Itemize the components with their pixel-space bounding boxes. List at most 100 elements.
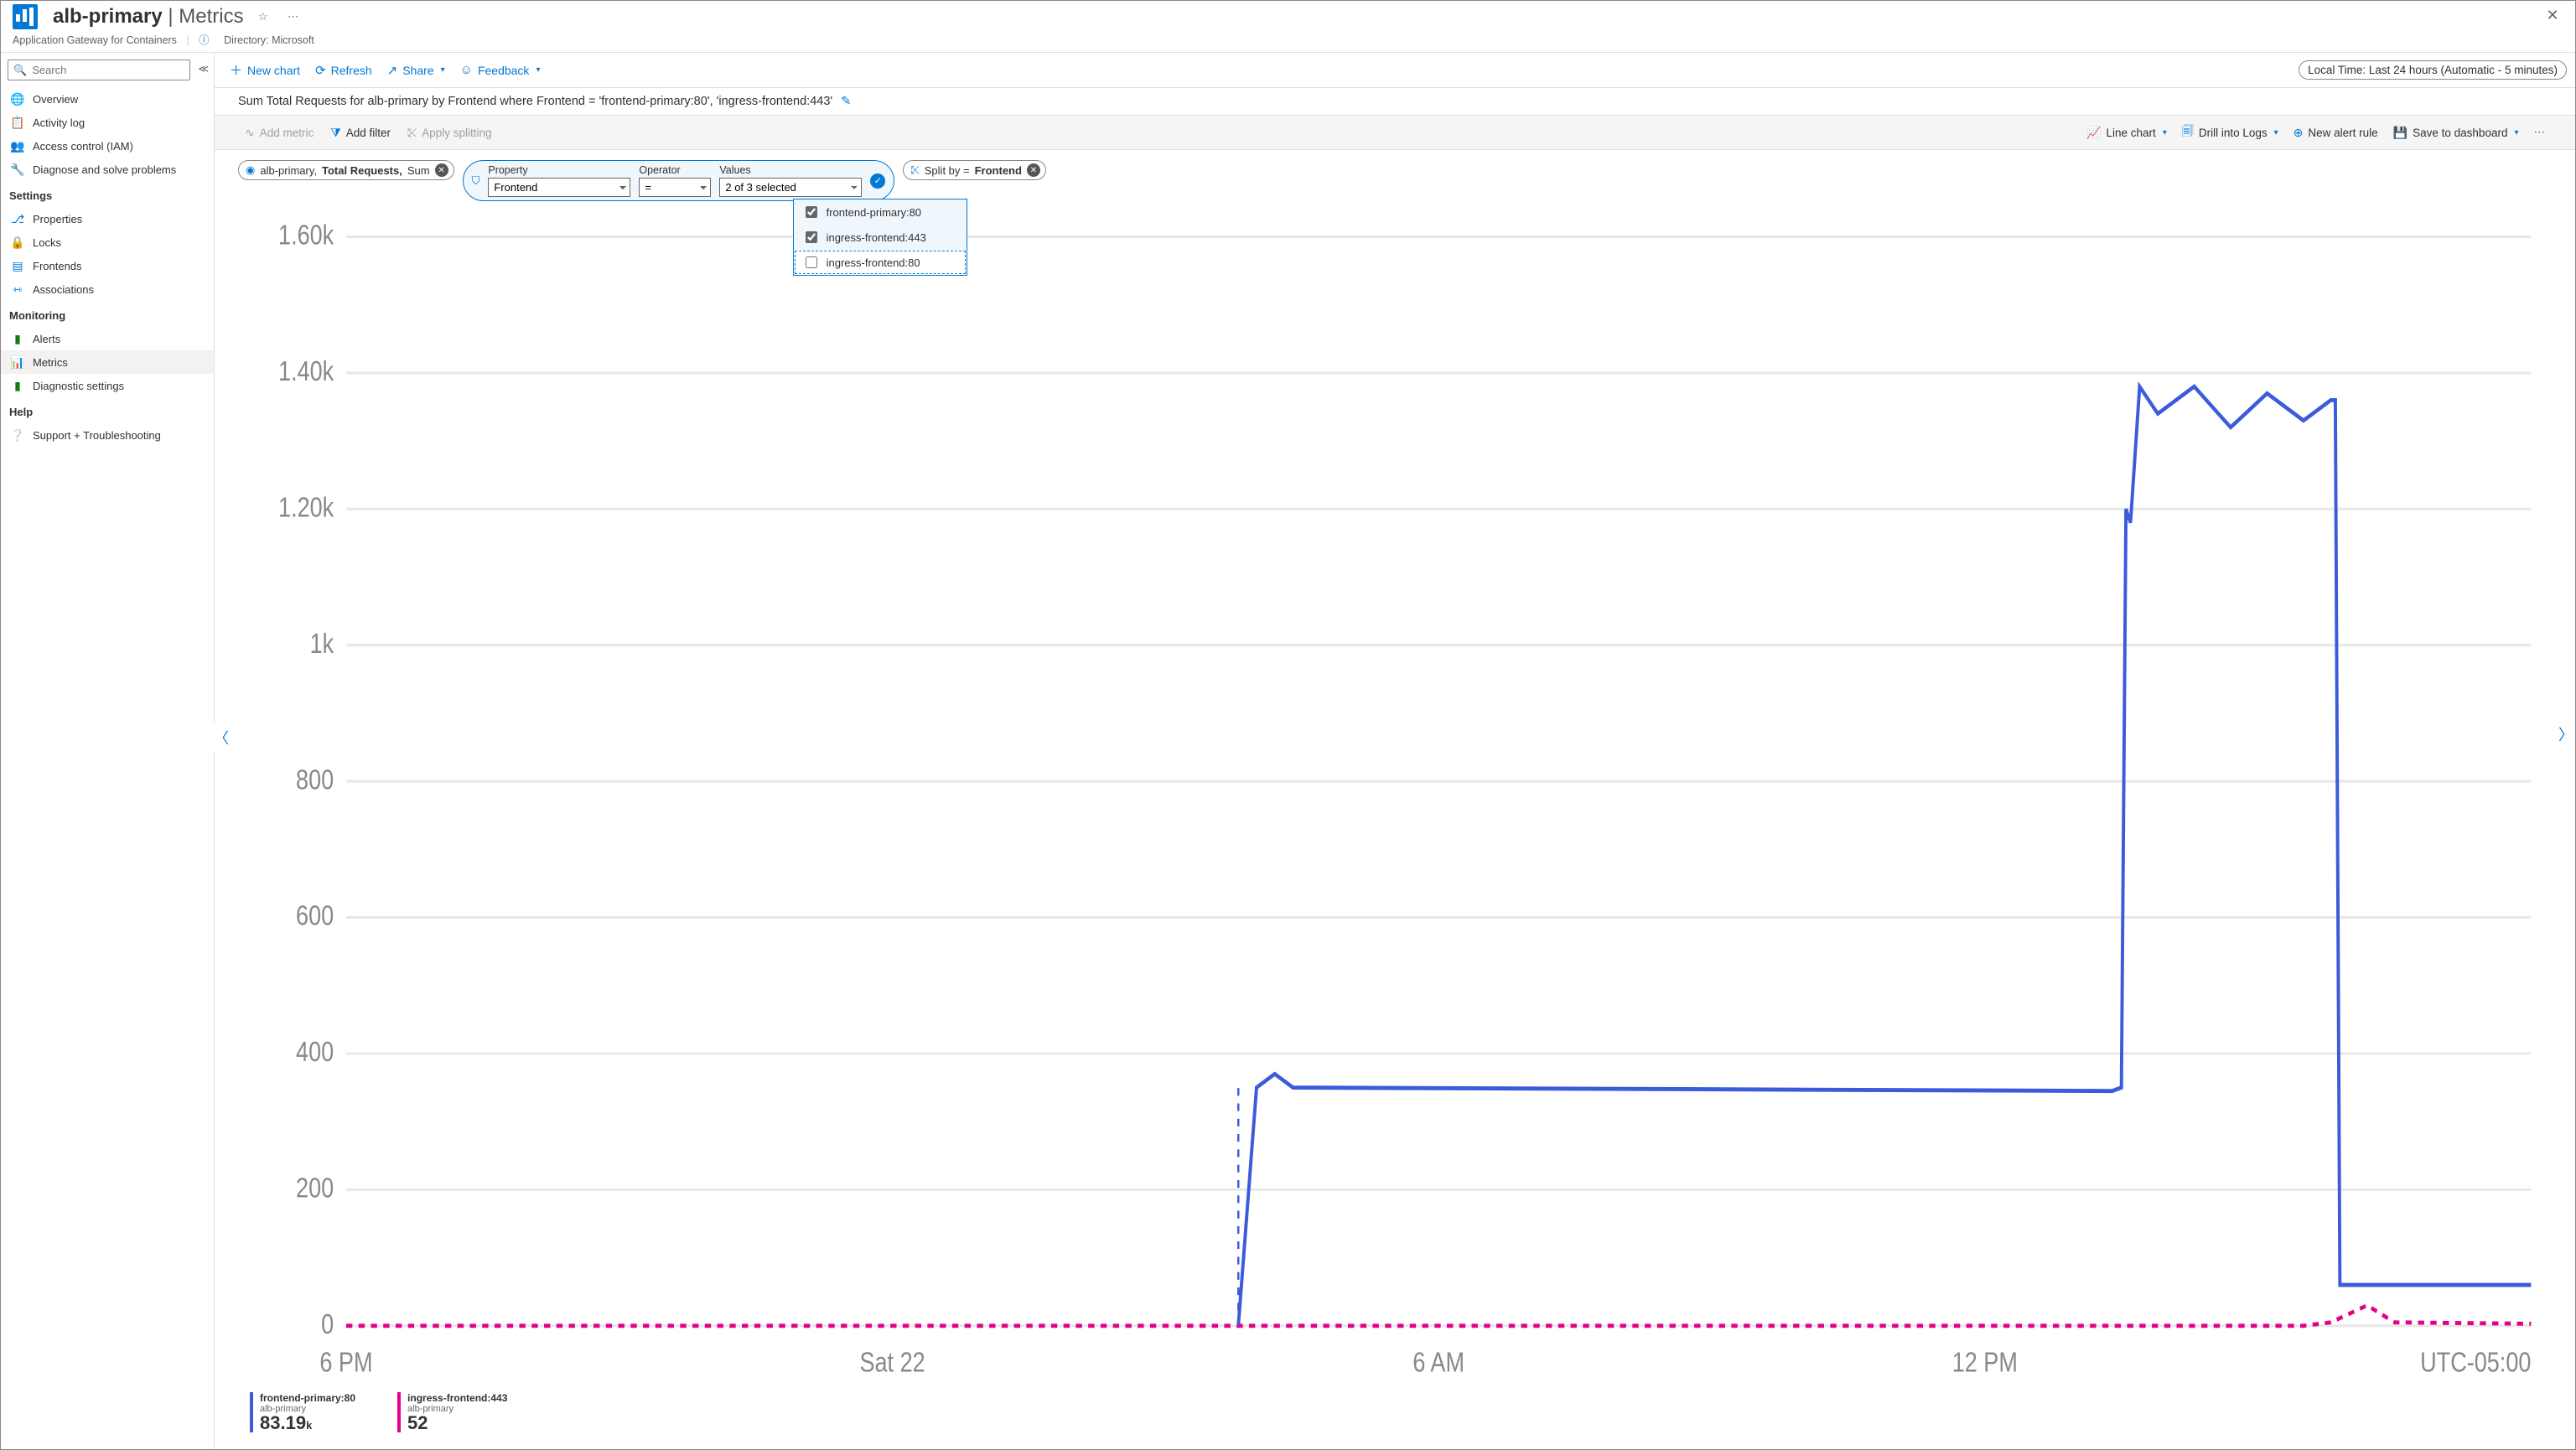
more-options-button[interactable]: ⋯ xyxy=(2527,122,2553,142)
option-checkbox[interactable] xyxy=(806,231,817,243)
chart-legend: frontend-primary:80 alb-primary 83.19k i… xyxy=(243,1387,2552,1441)
legend-item[interactable]: ingress-frontend:443 alb-primary 52 xyxy=(397,1392,507,1432)
sidebar-item-support[interactable]: ❔Support + Troubleshooting xyxy=(1,423,214,447)
logs-icon: 🗐 xyxy=(2182,122,2194,142)
svg-text:600: 600 xyxy=(296,900,334,931)
properties-icon: ⎇ xyxy=(11,212,24,225)
drill-into-logs-button[interactable]: 🗐Drill into Logs▾ xyxy=(2175,119,2285,146)
plus-icon: ＋ xyxy=(230,61,242,79)
resource-icon: ◉ xyxy=(246,163,255,177)
add-filter-button[interactable]: ⧩Add filter xyxy=(324,122,397,143)
sidebar-item-activity-log[interactable]: 📋Activity log xyxy=(1,111,214,134)
svg-text:200: 200 xyxy=(296,1173,334,1204)
globe-icon: 🌐 xyxy=(11,92,24,106)
search-input[interactable] xyxy=(30,63,184,77)
chevron-down-icon: ▾ xyxy=(2163,128,2167,137)
filter-icon: ⧩ xyxy=(330,126,341,140)
chevron-down-icon: ▾ xyxy=(536,65,540,75)
new-chart-button[interactable]: ＋New chart xyxy=(223,58,307,82)
values-dropdown: frontend-primary:80 ingress-frontend:443… xyxy=(793,199,967,276)
sidebar-item-metrics[interactable]: 📊Metrics xyxy=(1,350,214,374)
option-checkbox[interactable] xyxy=(806,206,817,218)
sidebar-item-associations[interactable]: ⇿Associations xyxy=(1,277,214,301)
lock-icon: 🔒 xyxy=(11,236,24,249)
favorite-star-icon[interactable]: ☆ xyxy=(252,6,274,28)
property-label: Property xyxy=(488,164,630,176)
svg-text:400: 400 xyxy=(296,1036,334,1067)
sidebar-item-diagnostic-settings[interactable]: ▮Diagnostic settings xyxy=(1,374,214,397)
split-by-pill[interactable]: ⤪ Split by = Frontend ✕ xyxy=(903,160,1046,180)
metrics-icon: 📊 xyxy=(11,355,24,369)
sidebar-item-frontends[interactable]: ▤Frontends xyxy=(1,254,214,277)
more-ellipsis-icon[interactable]: ⋯ xyxy=(282,6,304,28)
diag-icon: ▮ xyxy=(11,379,24,392)
metrics-logo-icon xyxy=(13,4,38,29)
info-icon: ⓘ xyxy=(199,34,210,46)
property-select[interactable] xyxy=(488,178,630,197)
operator-select[interactable] xyxy=(639,178,711,197)
remove-metric-icon[interactable]: ✕ xyxy=(435,163,448,177)
apply-filter-icon[interactable]: ✓ xyxy=(870,173,885,189)
smile-icon: ☺ xyxy=(460,63,473,77)
wrench-icon: 🔧 xyxy=(11,163,24,176)
sidebar-section-help: Help xyxy=(1,397,214,423)
split-icon: ⤪ xyxy=(910,163,919,177)
sidebar-item-diagnose[interactable]: 🔧Diagnose and solve problems xyxy=(1,158,214,181)
values-option[interactable]: ingress-frontend:80 xyxy=(794,250,967,275)
help-icon: ❔ xyxy=(11,428,24,442)
share-icon: ↗ xyxy=(387,63,398,78)
option-checkbox[interactable] xyxy=(806,256,817,268)
save-icon: 💾 xyxy=(2393,126,2408,140)
associations-icon: ⇿ xyxy=(11,282,24,296)
svg-text:6 AM: 6 AM xyxy=(1412,1347,1464,1378)
apply-splitting-button[interactable]: ⤪Apply splitting xyxy=(401,122,499,143)
search-icon: 🔍 xyxy=(13,64,27,77)
legend-item[interactable]: frontend-primary:80 alb-primary 83.19k xyxy=(250,1392,355,1432)
sidebar: 🔍 ≪ 🌐Overview 📋Activity log 👥Access cont… xyxy=(1,52,214,1449)
sidebar-item-locks[interactable]: 🔒Locks xyxy=(1,230,214,254)
sidebar-item-properties[interactable]: ⎇Properties xyxy=(1,207,214,230)
sidebar-search[interactable]: 🔍 xyxy=(8,60,190,80)
edit-title-icon[interactable]: ✎ xyxy=(841,95,851,108)
sidebar-section-settings: Settings xyxy=(1,181,214,207)
save-to-dashboard-button[interactable]: 💾Save to dashboard▾ xyxy=(2387,122,2526,143)
line-chart-icon: 📈 xyxy=(2086,126,2101,140)
sidebar-item-alerts[interactable]: ▮Alerts xyxy=(1,327,214,350)
sidebar-item-overview[interactable]: 🌐Overview xyxy=(1,87,214,111)
alerts-icon: ▮ xyxy=(11,332,24,345)
svg-text:1k: 1k xyxy=(310,628,334,659)
svg-text:1.40k: 1.40k xyxy=(278,355,334,386)
svg-text:6 PM: 6 PM xyxy=(319,1347,372,1378)
refresh-icon: ⟳ xyxy=(315,63,326,78)
alert-icon: ⊕ xyxy=(2294,126,2304,140)
values-option[interactable]: ingress-frontend:443 xyxy=(794,225,967,250)
chart-type-button[interactable]: 📈Line chart▾ xyxy=(2080,122,2174,143)
sidebar-section-monitoring: Monitoring xyxy=(1,301,214,327)
svg-text:1.60k: 1.60k xyxy=(278,220,334,251)
remove-split-icon[interactable]: ✕ xyxy=(1027,163,1040,177)
collapse-left-icon[interactable]: 〈 xyxy=(214,723,229,752)
refresh-button[interactable]: ⟳Refresh xyxy=(308,60,379,81)
new-alert-rule-button[interactable]: ⊕New alert rule xyxy=(2287,122,2385,143)
feedback-button[interactable]: ☺Feedback▾ xyxy=(454,60,547,80)
close-icon[interactable]: ✕ xyxy=(2542,4,2563,26)
resource-type-label: Application Gateway for Containers xyxy=(13,34,177,46)
expand-right-icon[interactable]: 〉 xyxy=(2558,723,2573,745)
time-range-pill[interactable]: Local Time: Last 24 hours (Automatic - 5… xyxy=(2299,60,2567,80)
collapse-sidebar-icon[interactable]: ≪ xyxy=(198,63,209,75)
sidebar-item-access-control[interactable]: 👥Access control (IAM) xyxy=(1,134,214,158)
frontends-icon: ▤ xyxy=(11,259,24,272)
values-option[interactable]: frontend-primary:80 xyxy=(794,199,967,225)
add-metric-icon: ∿ xyxy=(245,126,255,140)
people-icon: 👥 xyxy=(11,139,24,153)
values-select[interactable] xyxy=(719,178,862,197)
chevron-down-icon: ▾ xyxy=(441,65,445,75)
operator-label: Operator xyxy=(639,164,711,176)
add-metric-button[interactable]: ∿Add metric xyxy=(238,122,320,143)
svg-text:UTC-05:00: UTC-05:00 xyxy=(2420,1347,2531,1378)
command-bar: ＋New chart ⟳Refresh ↗Share▾ ☺Feedback▾ L… xyxy=(215,53,2575,88)
share-button[interactable]: ↗Share▾ xyxy=(381,60,452,81)
funnel-icon: ⛉ xyxy=(472,174,480,188)
metric-pill[interactable]: ◉ alb-primary, Total Requests, Sum ✕ xyxy=(238,160,454,180)
metrics-chart: 02004006008001k1.20k1.40k1.60k6 PMSat 22… xyxy=(243,211,2552,1387)
